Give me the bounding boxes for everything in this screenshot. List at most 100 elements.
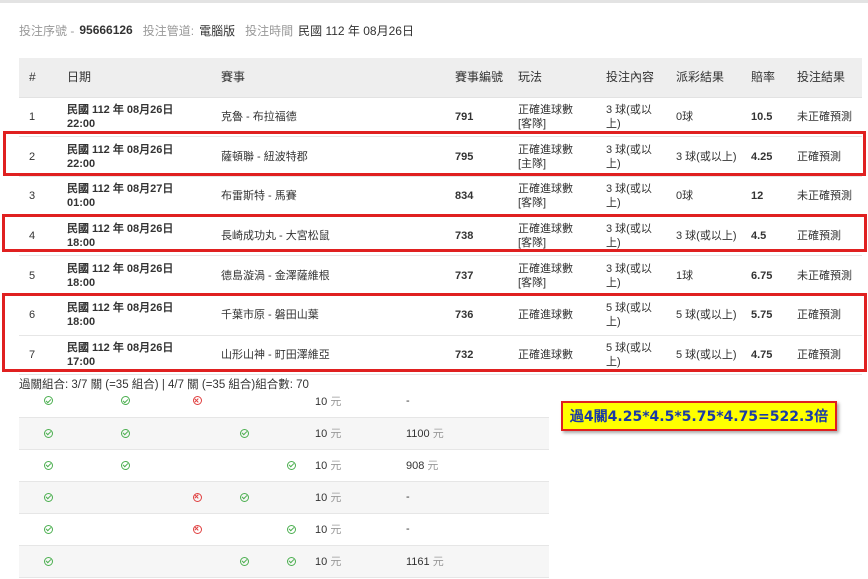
combo-amount-cell: 10 元: [315, 385, 400, 418]
combo-mark-cell: [268, 481, 315, 514]
combo-amount: 10: [315, 428, 328, 440]
row-play-sub: [客隊]: [518, 236, 547, 249]
row-outcome: 未正確預測: [792, 97, 862, 138]
combo-amount-unit: 元: [330, 492, 342, 504]
combo-amount: 10: [315, 556, 328, 568]
combo-mark-cell: [173, 545, 221, 578]
col-header-result: 派彩結果: [671, 58, 746, 98]
combo-amount: 10: [315, 395, 328, 408]
row-outcome: 正確預測: [792, 295, 862, 336]
row-event-id: 795: [450, 136, 513, 177]
row-date: 民國 112 年 08月26日: [67, 262, 174, 275]
check-circle-icon: [120, 460, 130, 470]
col-header-match: 賽事: [216, 58, 450, 98]
combo-row: 10 元 1161 元: [19, 545, 549, 578]
col-header-date: 日期: [62, 58, 216, 98]
combo-mark-cell: [173, 449, 221, 482]
row-date: 民國 112 年 08月26日: [67, 222, 174, 235]
row-match: 克魯 - 布拉福德: [216, 97, 450, 138]
channel-label: 投注管道:: [142, 23, 195, 38]
check-circle-icon: [43, 556, 53, 566]
combo-mark-cell: [221, 385, 268, 418]
row-play: 正確進球數: [518, 262, 573, 275]
combo-mark-cell: [173, 481, 221, 514]
combo-mark-cell: [268, 385, 315, 418]
combo-payout: 1161: [406, 556, 430, 568]
row-date: 民國 112 年 08月26日: [67, 302, 174, 315]
row-date-cell: 民國 112 年 08月27日 01:00: [62, 176, 216, 217]
combo-amount-cell: 10 元: [315, 513, 400, 546]
combo-amount: 10: [315, 524, 328, 536]
col-header-no: #: [19, 58, 62, 98]
combo-amount-unit: 元: [330, 460, 342, 472]
row-odds: 10.5: [746, 97, 792, 138]
combo-mark-cell: [77, 545, 173, 578]
combo-mark-cell: [19, 545, 77, 578]
combo-mark-cell: [221, 449, 268, 482]
combo-mark-cell: [77, 385, 173, 418]
row-play: 正確進球數: [518, 183, 573, 196]
row-no: 3: [19, 176, 62, 217]
combo-payout-unit: 元: [432, 428, 444, 440]
row-result: 3 球(或以上): [671, 136, 746, 177]
row-result: 0球: [671, 176, 746, 217]
row-play-cell: 正確進球數 [客隊]: [513, 255, 601, 296]
check-circle-icon: [287, 556, 296, 566]
row-match: 山形山神 - 町田澤維亞: [216, 335, 450, 376]
check-circle-icon: [43, 428, 53, 438]
combo-payout: -: [406, 491, 410, 503]
combo-row: 10 元-: [19, 513, 549, 546]
combo-mark-cell: [173, 513, 221, 546]
combo-payout: -: [406, 523, 410, 535]
row-odds: 4.75: [746, 335, 792, 376]
row-odds: 12: [746, 176, 792, 217]
row-play: 正確進球數: [518, 309, 573, 322]
combo-payout-cell: 908 元: [400, 449, 549, 482]
table-header-row: # 日期 賽事 賽事編號 玩法 投注內容 派彩結果 賠率 投注結果: [19, 58, 862, 98]
combo-amount-unit: 元: [330, 428, 342, 440]
bet-detail-table: # 日期 賽事 賽事編號 玩法 投注內容 派彩結果 賠率 投注結果 1 民國 11…: [19, 58, 862, 376]
x-circle-icon: [192, 396, 202, 406]
combo-mark-cell: [268, 417, 315, 450]
row-result: 1球: [671, 255, 746, 296]
row-no: 5: [19, 255, 62, 296]
combo-mark-cell: [77, 481, 173, 514]
combo-mark-cell: [19, 513, 77, 546]
col-header-outcome: 投注結果: [792, 58, 862, 98]
row-time: 18:00: [67, 276, 96, 289]
row-bet: 3 球(或以上): [601, 97, 671, 138]
combo-mark-cell: [268, 513, 315, 546]
combo-mark-cell: [221, 417, 268, 450]
row-no: 7: [19, 335, 62, 376]
check-circle-icon: [120, 428, 130, 438]
serial-label: 投注序號 -: [19, 23, 75, 38]
table-row: 7 民國 112 年 08月26日 17:00 山形山神 - 町田澤維亞 732 正確進球…: [19, 335, 862, 376]
row-result: 5 球(或以上): [671, 335, 746, 376]
combo-mark-cell: [19, 449, 77, 482]
combo-mark-cell: [77, 513, 173, 546]
combo-payout-unit: 元: [432, 556, 444, 568]
table-row: 1 民國 112 年 08月26日 22:00 克魯 - 布拉福德 791 正確進球數 [客…: [19, 97, 862, 138]
row-play-cell: 正確進球數 [客隊]: [513, 176, 601, 217]
combo-mark-cell: [268, 545, 315, 578]
row-odds: 6.75: [746, 255, 792, 296]
check-circle-icon: [240, 428, 249, 438]
combo-row: 10 元-: [19, 481, 549, 514]
combo-amount-unit: 元: [330, 556, 342, 568]
check-circle-icon: [43, 524, 53, 534]
row-bet: 3 球(或以上): [601, 176, 671, 217]
row-outcome: 正確預測: [792, 136, 862, 177]
row-time: 18:00: [67, 236, 96, 249]
combo-mark-cell: [19, 481, 77, 514]
row-outcome: 正確預測: [792, 216, 862, 257]
row-odds: 4.5: [746, 216, 792, 257]
row-time: 22:00: [67, 157, 96, 170]
combo-payout: 1100: [406, 428, 430, 440]
row-date-cell: 民國 112 年 08月26日 18:00: [62, 216, 216, 257]
row-bet: 3 球(或以上): [601, 255, 671, 296]
combo-payout-cell: 1100 元: [400, 417, 549, 450]
row-outcome: 正確預測: [792, 335, 862, 376]
combo-payout-cell: -: [400, 385, 549, 418]
row-bet: 5 球(或以上): [601, 295, 671, 336]
row-play-cell: 正確進球數: [513, 335, 601, 376]
